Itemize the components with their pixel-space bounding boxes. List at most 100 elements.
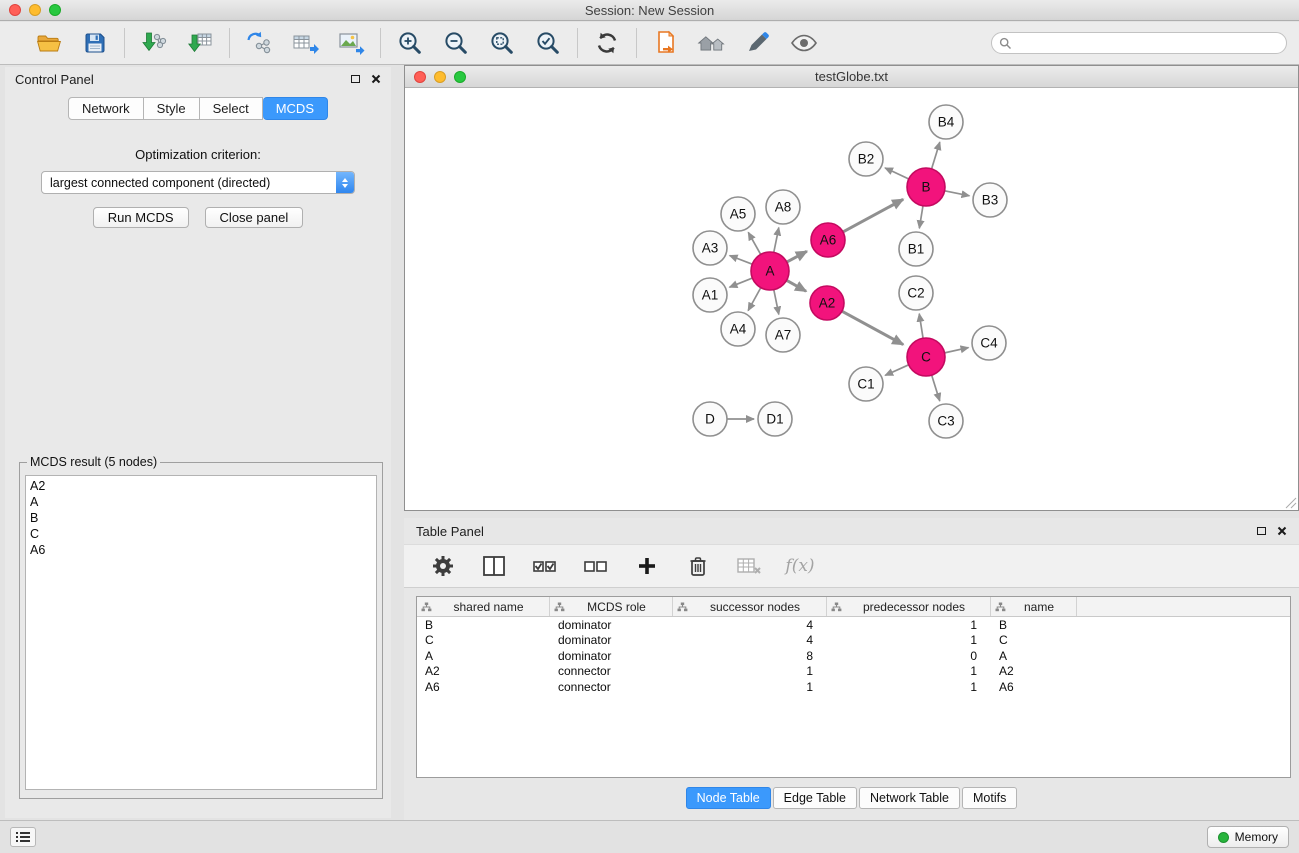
minimize-window-button[interactable] (29, 4, 41, 16)
zoom-fit-button[interactable] (487, 28, 517, 58)
graph-edge[interactable] (730, 256, 753, 265)
export-image-button[interactable] (336, 28, 366, 58)
table-row[interactable]: A2connector11A2 (417, 664, 1290, 680)
graph-node-A8[interactable]: A8 (766, 190, 800, 224)
tab-mcds[interactable]: MCDS (263, 97, 328, 120)
delete-column-button[interactable] (683, 551, 713, 581)
graph-edge[interactable] (729, 278, 752, 287)
close-panel-icon[interactable] (371, 74, 381, 84)
save-session-button[interactable] (80, 28, 110, 58)
column-header[interactable]: shared name (417, 597, 550, 616)
network-canvas[interactable]: B4 B2 B B3 A8 A5 A6 A3 B1 A C2 A1 A2 A4 A7 C4 C C1 D D1 C3 (405, 89, 1298, 510)
zoom-out-button[interactable] (441, 28, 471, 58)
add-column-button[interactable] (632, 551, 662, 581)
refresh-button[interactable] (592, 28, 622, 58)
function-builder-button[interactable]: f(x) (785, 551, 815, 581)
graph-edge[interactable] (945, 191, 970, 196)
result-item[interactable]: B (30, 510, 372, 526)
mcds-result-list[interactable]: A2ABCA6 (25, 475, 377, 790)
float-panel-icon[interactable] (351, 75, 360, 83)
graph-node-A[interactable]: A (751, 252, 789, 290)
tab-network-table[interactable]: Network Table (859, 787, 960, 809)
column-header[interactable]: predecessor nodes (827, 597, 991, 616)
graph-node-B1[interactable]: B1 (899, 232, 933, 266)
graph-edge[interactable] (885, 365, 909, 376)
graph-node-A6[interactable]: A6 (811, 223, 845, 257)
close-table-panel-icon[interactable] (1277, 526, 1287, 536)
maximize-window-button[interactable] (49, 4, 61, 16)
graph-edge[interactable] (748, 288, 761, 311)
graph-edge[interactable] (748, 232, 760, 254)
open-session-button[interactable] (34, 28, 64, 58)
toggle-details-button[interactable] (789, 28, 819, 58)
graph-node-A2[interactable]: A2 (810, 286, 844, 320)
graph-node-B4[interactable]: B4 (929, 105, 963, 139)
table-row[interactable]: Cdominator41C (417, 633, 1290, 649)
graph-node-C3[interactable]: C3 (929, 404, 963, 438)
column-header[interactable]: successor nodes (673, 597, 827, 616)
minimize-network-button[interactable] (434, 71, 446, 83)
graph-edge[interactable] (843, 199, 903, 232)
graph-node-A7[interactable]: A7 (766, 318, 800, 352)
graph-node-C2[interactable]: C2 (899, 276, 933, 310)
select-columns-button[interactable] (479, 551, 509, 581)
import-table-button[interactable] (185, 28, 215, 58)
graph-node-B3[interactable]: B3 (973, 183, 1007, 217)
graph-edge[interactable] (919, 206, 923, 229)
tab-edge-table[interactable]: Edge Table (773, 787, 857, 809)
table-row[interactable]: Bdominator41B (417, 617, 1290, 633)
graph-node-D1[interactable]: D1 (758, 402, 792, 436)
result-item[interactable]: A6 (30, 542, 372, 558)
result-item[interactable]: C (30, 526, 372, 542)
edit-style-button[interactable] (743, 28, 773, 58)
table-row[interactable]: Adominator80A (417, 648, 1290, 664)
close-network-button[interactable] (414, 71, 426, 83)
graph-node-C4[interactable]: C4 (972, 326, 1006, 360)
table-settings-button[interactable] (428, 551, 458, 581)
graph-edge[interactable] (774, 228, 779, 253)
float-table-panel-icon[interactable] (1257, 527, 1266, 535)
result-item[interactable]: A2 (30, 478, 372, 494)
graph-edge[interactable] (945, 348, 969, 353)
graph-node-B2[interactable]: B2 (849, 142, 883, 176)
graph-node-A1[interactable]: A1 (693, 278, 727, 312)
close-window-button[interactable] (9, 4, 21, 16)
column-header[interactable]: name (991, 597, 1077, 616)
search-input[interactable] (991, 32, 1287, 54)
select-all-button[interactable] (530, 551, 560, 581)
tab-select[interactable]: Select (200, 97, 263, 120)
graph-node-A4[interactable]: A4 (721, 312, 755, 346)
maximize-network-button[interactable] (454, 71, 466, 83)
import-network-button[interactable] (139, 28, 169, 58)
tab-node-table[interactable]: Node Table (686, 787, 771, 809)
close-panel-button[interactable]: Close panel (205, 207, 304, 228)
task-history-button[interactable] (10, 827, 36, 847)
graph-edge[interactable] (932, 142, 940, 169)
open-document-button[interactable] (651, 28, 681, 58)
graph-node-D[interactable]: D (693, 402, 727, 436)
graph-node-C1[interactable]: C1 (849, 367, 883, 401)
result-item[interactable]: A (30, 494, 372, 510)
resize-grip-icon[interactable] (1284, 496, 1297, 509)
graph-edge[interactable] (787, 280, 807, 291)
optimization-criterion-select[interactable]: largest connected component (directed) (41, 171, 355, 194)
zoom-in-button[interactable] (395, 28, 425, 58)
graph-edge[interactable] (919, 314, 923, 338)
memory-button[interactable]: Memory (1207, 826, 1289, 848)
graph-edge[interactable] (774, 290, 779, 315)
home-button[interactable] (697, 28, 727, 58)
graph-node-A3[interactable]: A3 (693, 231, 727, 265)
graph-node-A5[interactable]: A5 (721, 197, 755, 231)
graph-edge[interactable] (842, 311, 903, 344)
delete-table-button[interactable] (734, 551, 764, 581)
tab-network[interactable]: Network (68, 97, 144, 120)
graph-node-C[interactable]: C (907, 338, 945, 376)
zoom-selected-button[interactable] (533, 28, 563, 58)
export-network-button[interactable] (244, 28, 274, 58)
graph-edge[interactable] (932, 375, 940, 401)
table-row[interactable]: A6connector11A6 (417, 679, 1290, 695)
tab-motifs[interactable]: Motifs (962, 787, 1017, 809)
graph-edge[interactable] (885, 168, 909, 179)
graph-node-B[interactable]: B (907, 168, 945, 206)
deselect-all-button[interactable] (581, 551, 611, 581)
